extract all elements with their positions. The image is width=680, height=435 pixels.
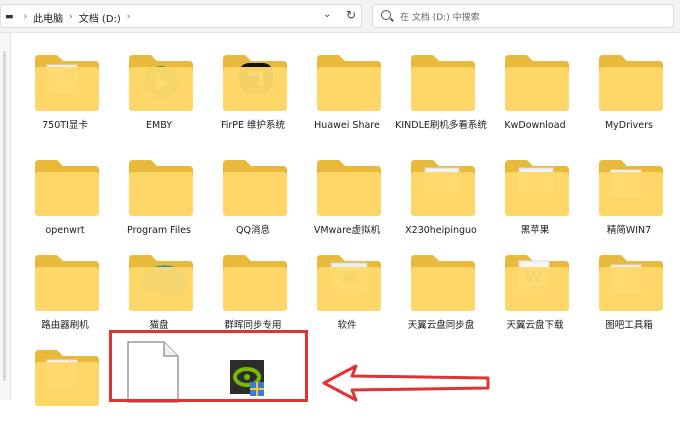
folder-icon: [599, 160, 663, 216]
search-box[interactable]: 在 文档 (D:) 中搜索: [372, 4, 674, 28]
folder-icon: [35, 160, 99, 216]
folder-item[interactable]: KwDownload: [488, 35, 582, 140]
folder-label: KwDownload: [504, 120, 566, 131]
folder-icon: [223, 255, 287, 311]
folder-item[interactable]: EMBY: [112, 35, 206, 140]
folder-item[interactable]: X230heipinguo: [394, 140, 488, 245]
search-placeholder: 在 文档 (D:) 中搜索: [400, 13, 480, 23]
folder-icon: [599, 255, 663, 311]
folder-icon: [35, 255, 99, 311]
highlight-box: [109, 330, 308, 402]
folder-label: 750TI显卡: [42, 120, 88, 131]
refresh-icon[interactable]: ↻: [346, 8, 356, 22]
nav-collapse-icon[interactable]: ▬: [5, 12, 14, 22]
folder-icon: [129, 55, 193, 111]
folder-label: FirPE 维护系统: [220, 120, 286, 131]
folder-item[interactable]: 天翼云盘同步盘: [394, 235, 488, 340]
folder-label: Huawei Share: [314, 120, 380, 131]
folder-label: EMBY: [146, 120, 172, 131]
folder-item[interactable]: FirPE 维护系统: [206, 35, 300, 140]
folder-icon: [317, 160, 381, 216]
breadcrumb-drive-d[interactable]: 文档 (D:): [79, 10, 121, 25]
folder-item[interactable]: QQ消息: [206, 140, 300, 245]
nav-scrollbar[interactable]: [3, 51, 6, 381]
folder-item[interactable]: 750TI显卡: [18, 35, 112, 140]
breadcrumb-this-pc[interactable]: 此电脑: [33, 10, 63, 25]
folder-item[interactable]: 精简WIN7: [582, 140, 676, 245]
folder-label: KINDLE刷机多看系统: [395, 120, 487, 131]
address-toolbar: ▬ › 此电脑 › 文档 (D:) › ⌄ ↻ 在 文档 (D:) 中搜索: [0, 0, 680, 33]
folder-icon: [35, 350, 99, 406]
folder-icon: [35, 55, 99, 111]
folder-icon: [411, 255, 475, 311]
folder-label: 图吧工具箱: [605, 320, 653, 331]
folder-item[interactable]: 路由器刷机: [18, 235, 112, 340]
folder-icon: [223, 55, 287, 111]
breadcrumb: ▬ › 此电脑 › 文档 (D:) ›: [5, 9, 136, 25]
folder-item[interactable]: 黑苹果: [488, 140, 582, 245]
folder-icon: [223, 160, 287, 216]
folder-item[interactable]: 软件: [300, 235, 394, 340]
folder-icon: [129, 255, 193, 311]
folder-label: 天翼云盘下载: [506, 320, 564, 331]
folder-item[interactable]: openwrt: [18, 140, 112, 245]
breadcrumb-separator-icon: ›: [23, 12, 28, 22]
folder-icon: [317, 55, 381, 111]
folder-icon: [505, 160, 569, 216]
folder-item[interactable]: W 天翼云盘下载: [488, 235, 582, 340]
search-icon: [381, 10, 391, 20]
folder-icon: [411, 160, 475, 216]
folder-item[interactable]: 猫盘: [112, 235, 206, 340]
folder-icon: [129, 160, 193, 216]
chevron-down-icon[interactable]: ⌄: [323, 9, 331, 20]
folder-label: MyDrivers: [604, 120, 653, 131]
folder-icon: W: [505, 255, 569, 311]
red-arrow-annotation: [322, 364, 490, 402]
folder-icon: [505, 55, 569, 111]
folder-item[interactable]: Program Files: [112, 140, 206, 245]
folder-item[interactable]: Huawei Share: [300, 35, 394, 140]
folder-label: 天翼云盘同步盘: [407, 320, 475, 331]
folder-item[interactable]: 图吧工具箱: [582, 235, 676, 340]
folder-icon: [411, 55, 475, 111]
folder-item[interactable]: KINDLE刷机多看系统: [394, 35, 488, 140]
folder-item[interactable]: VMware虚拟机: [300, 140, 394, 245]
folder-item[interactable]: [18, 330, 112, 435]
folder-item[interactable]: MyDrivers: [582, 35, 676, 140]
folder-icon: [599, 55, 663, 111]
navigation-pane[interactable]: [0, 33, 11, 400]
address-bar[interactable]: ▬ › 此电脑 › 文档 (D:) › ⌄ ↻: [0, 4, 362, 28]
breadcrumb-separator-icon: ›: [69, 12, 73, 22]
folder-icon: [317, 255, 381, 311]
folder-label: 软件: [337, 320, 357, 331]
folder-item[interactable]: 群晖同步专用: [206, 235, 300, 340]
breadcrumb-separator-icon: ›: [126, 12, 131, 22]
